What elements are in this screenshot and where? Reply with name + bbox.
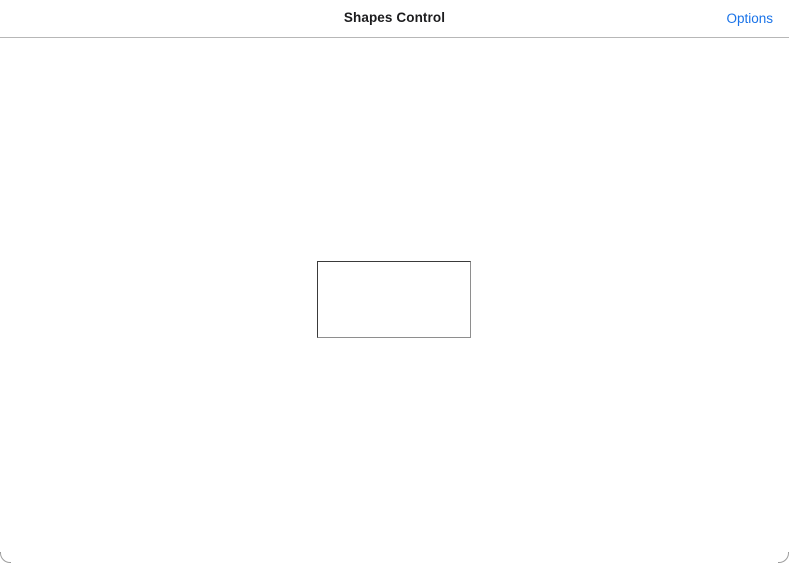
shapes-canvas[interactable] <box>0 38 789 563</box>
page-title: Shapes Control <box>343 10 446 25</box>
options-button[interactable]: Options <box>726 11 773 26</box>
rectangle-shape[interactable] <box>317 261 471 338</box>
screen: Shapes Control Options <box>0 0 789 563</box>
navigation-bar: Shapes Control Options <box>0 0 789 38</box>
